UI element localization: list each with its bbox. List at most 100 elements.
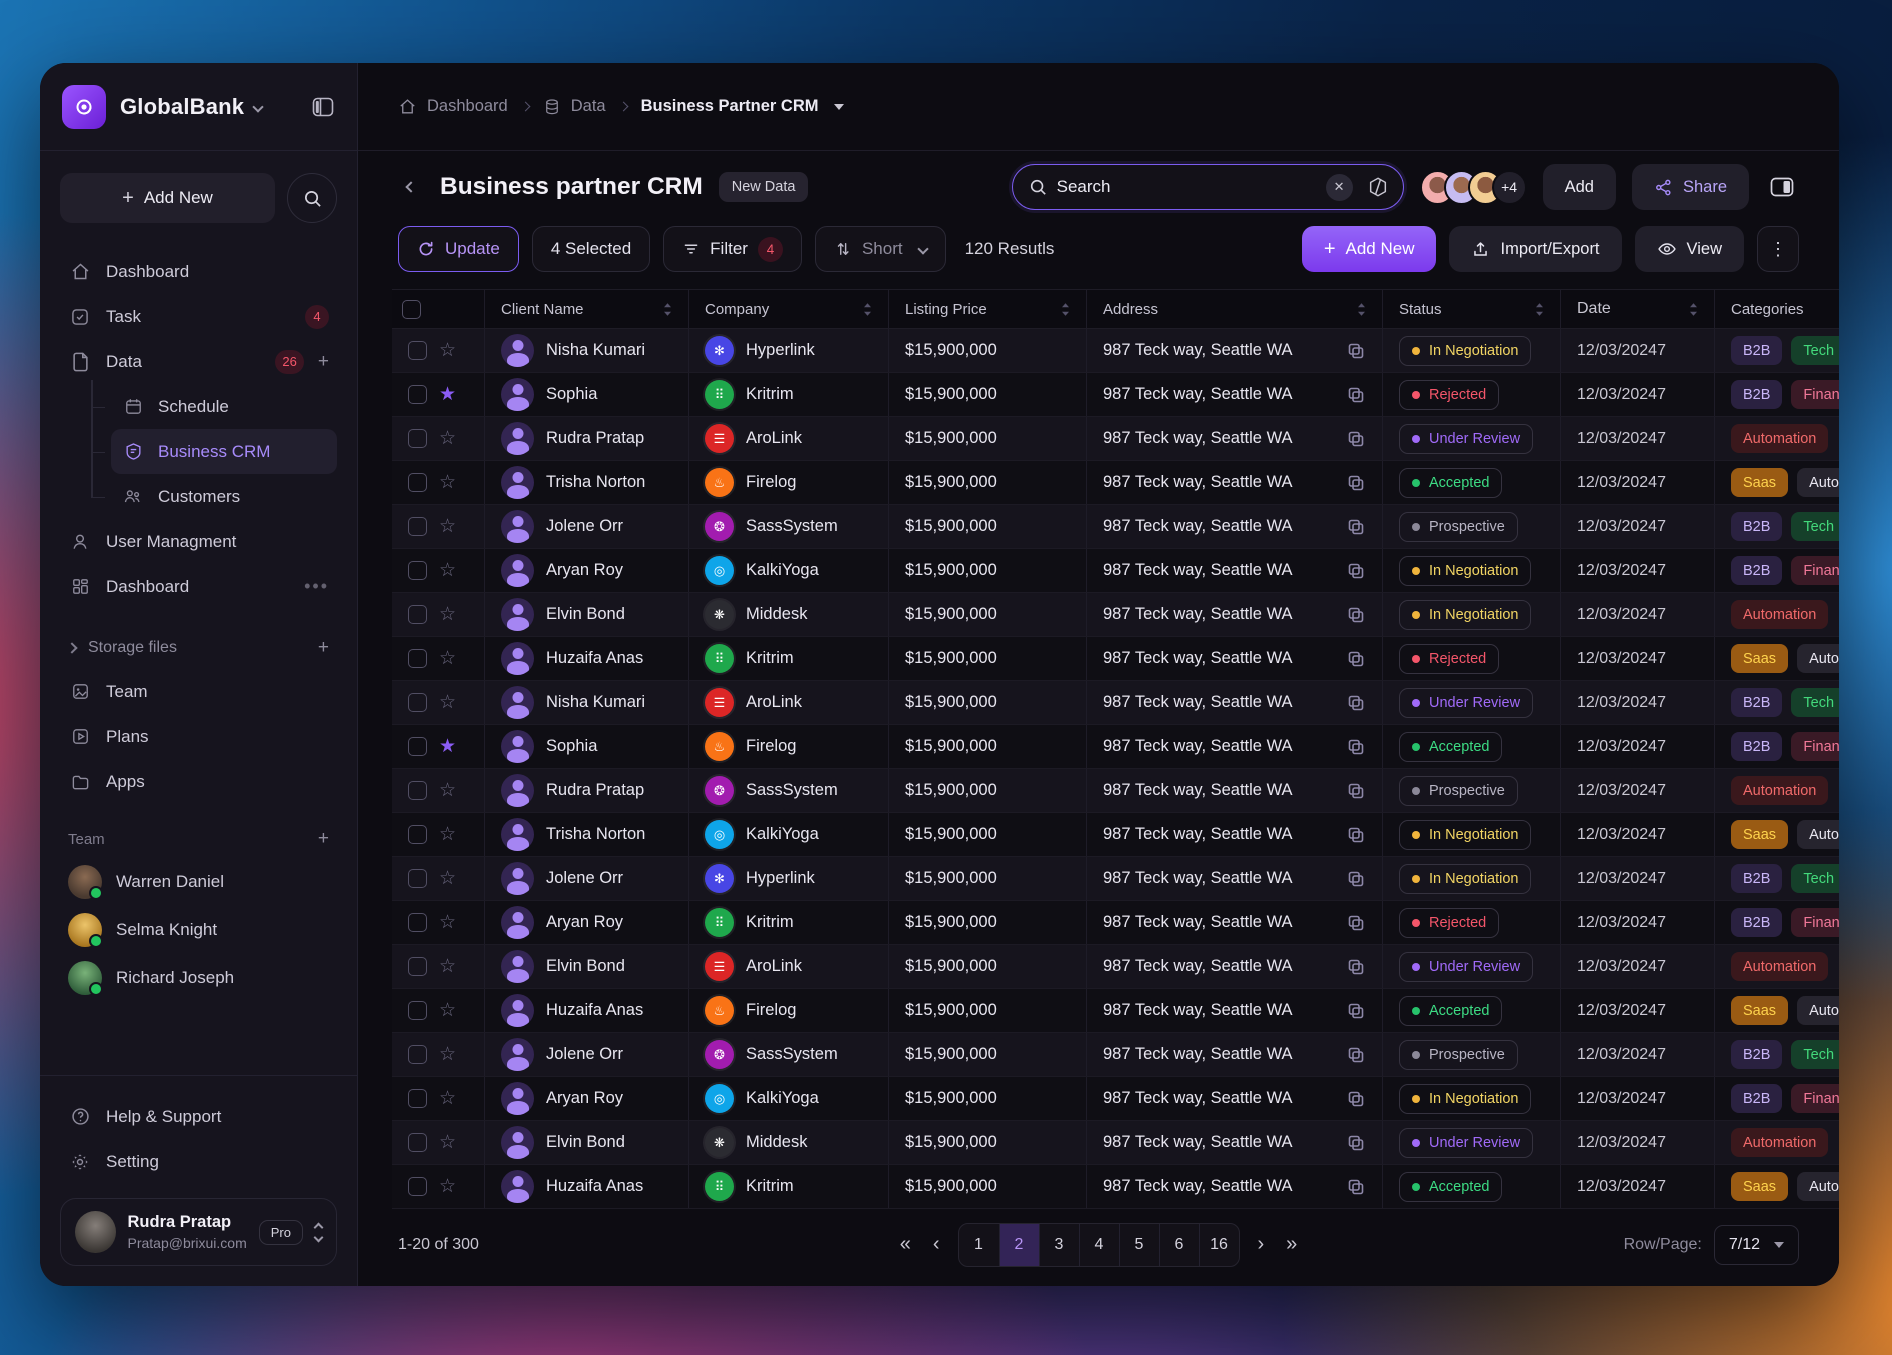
copy-icon[interactable] xyxy=(1346,781,1366,801)
copy-icon[interactable] xyxy=(1346,1089,1366,1109)
sidebar-item-user-managment[interactable]: User Managment xyxy=(60,519,337,564)
sidebar-item-dashboard-2[interactable]: Dashboard ••• xyxy=(60,564,337,609)
sort-arrows-icon[interactable] xyxy=(1535,302,1544,317)
page-button[interactable]: 5 xyxy=(1119,1224,1159,1266)
last-page-button[interactable]: » xyxy=(1282,1233,1301,1256)
page-button[interactable]: 4 xyxy=(1079,1224,1119,1266)
sidebar-collapse-icon[interactable] xyxy=(311,96,335,118)
sidebar-item-help[interactable]: Help & Support xyxy=(60,1094,337,1139)
column-header-categories[interactable]: Categories xyxy=(1714,290,1839,328)
sidebar-item-team[interactable]: Team xyxy=(60,669,337,714)
copy-icon[interactable] xyxy=(1346,693,1366,713)
team-member[interactable]: Warren Daniel xyxy=(60,858,337,906)
row-checkbox[interactable] xyxy=(408,473,427,492)
sort-arrows-icon[interactable] xyxy=(1357,302,1366,317)
copy-icon[interactable] xyxy=(1346,473,1366,493)
sidebar-item-task[interactable]: Task 4 xyxy=(60,294,337,339)
star-icon[interactable]: ☆ xyxy=(439,913,456,932)
copy-icon[interactable] xyxy=(1346,341,1366,361)
next-page-button[interactable]: › xyxy=(1254,1233,1269,1256)
row-checkbox[interactable] xyxy=(408,1001,427,1020)
row-checkbox[interactable] xyxy=(408,913,427,932)
row-checkbox[interactable] xyxy=(408,825,427,844)
star-icon[interactable]: ☆ xyxy=(439,781,456,800)
search-input[interactable] xyxy=(1057,177,1316,197)
sidebar-item-storage-files[interactable]: Storage files + xyxy=(60,627,337,669)
first-page-button[interactable]: « xyxy=(896,1233,915,1256)
row-checkbox[interactable] xyxy=(408,781,427,800)
hexagon-slash-icon[interactable] xyxy=(1363,176,1393,198)
sort-arrows-icon[interactable] xyxy=(1061,302,1070,317)
brand-chevron-down-icon[interactable] xyxy=(253,101,264,112)
star-icon[interactable]: ☆ xyxy=(439,869,456,888)
row-checkbox[interactable] xyxy=(408,517,427,536)
copy-icon[interactable] xyxy=(1346,957,1366,977)
column-header-status[interactable]: Status xyxy=(1382,290,1560,328)
copy-icon[interactable] xyxy=(1346,1133,1366,1153)
copy-icon[interactable] xyxy=(1346,737,1366,757)
page-button[interactable]: 16 xyxy=(1199,1224,1239,1266)
team-member[interactable]: Selma Knight xyxy=(60,906,337,954)
add-new-button[interactable]: + Add New xyxy=(1302,226,1437,272)
sidebar-search-button[interactable] xyxy=(287,173,337,223)
copy-icon[interactable] xyxy=(1346,649,1366,669)
row-checkbox[interactable] xyxy=(408,429,427,448)
star-icon[interactable]: ☆ xyxy=(439,341,456,360)
star-icon[interactable]: ☆ xyxy=(439,1089,456,1108)
import-export-button[interactable]: Import/Export xyxy=(1449,226,1621,272)
sort-arrows-icon[interactable] xyxy=(863,302,872,317)
team-member[interactable]: Richard Joseph xyxy=(60,954,337,1002)
breadcrumb-data[interactable]: Data xyxy=(543,97,606,116)
row-checkbox[interactable] xyxy=(408,693,427,712)
sidebar-item-apps[interactable]: Apps xyxy=(60,759,337,804)
column-header-date[interactable]: Date xyxy=(1560,290,1714,328)
page-button[interactable]: 6 xyxy=(1159,1224,1199,1266)
star-icon[interactable]: ★ xyxy=(439,737,456,756)
sidebar-item-data[interactable]: Data 26 + xyxy=(60,339,337,384)
sidebar-item-setting[interactable]: Setting xyxy=(60,1139,337,1184)
sidebar-item-business-crm[interactable]: Business CRM xyxy=(91,429,337,474)
star-icon[interactable]: ☆ xyxy=(439,1001,456,1020)
page-button[interactable]: 2 xyxy=(999,1224,1039,1266)
sidebar-item-customers[interactable]: Customers xyxy=(91,474,337,519)
breadcrumb-current[interactable]: Business Partner CRM xyxy=(641,97,845,116)
chevron-up-down-icon[interactable] xyxy=(315,1224,322,1241)
sidebar-item-plans[interactable]: Plans xyxy=(60,714,337,759)
view-button[interactable]: View xyxy=(1635,226,1744,272)
user-card[interactable]: Rudra Pratap Pratap@brixui.com Pro xyxy=(60,1198,337,1266)
sidebar-item-dashboard[interactable]: Dashboard xyxy=(60,249,337,294)
star-icon[interactable]: ☆ xyxy=(439,429,456,448)
column-header-company[interactable]: Company xyxy=(688,290,888,328)
copy-icon[interactable] xyxy=(1346,429,1366,449)
row-checkbox[interactable] xyxy=(408,869,427,888)
copy-icon[interactable] xyxy=(1346,825,1366,845)
column-header-price[interactable]: Listing Price xyxy=(888,290,1086,328)
star-icon[interactable]: ☆ xyxy=(439,473,456,492)
star-icon[interactable]: ☆ xyxy=(439,517,456,536)
select-all-checkbox[interactable] xyxy=(402,300,421,319)
column-header-client[interactable]: Client Name xyxy=(484,290,688,328)
copy-icon[interactable] xyxy=(1346,517,1366,537)
row-checkbox[interactable] xyxy=(408,649,427,668)
plus-icon[interactable]: + xyxy=(318,828,329,850)
copy-icon[interactable] xyxy=(1346,385,1366,405)
row-checkbox[interactable] xyxy=(408,1045,427,1064)
update-button[interactable]: Update xyxy=(398,226,519,272)
copy-icon[interactable] xyxy=(1346,869,1366,889)
copy-icon[interactable] xyxy=(1346,1001,1366,1021)
avatar-overflow-count[interactable]: +4 xyxy=(1492,170,1527,205)
copy-icon[interactable] xyxy=(1346,913,1366,933)
sort-dropdown[interactable]: Short xyxy=(815,226,946,272)
row-checkbox[interactable] xyxy=(408,385,427,404)
more-menu-button[interactable]: ⋮ xyxy=(1757,226,1799,272)
row-checkbox[interactable] xyxy=(408,561,427,580)
star-icon[interactable]: ☆ xyxy=(439,605,456,624)
copy-icon[interactable] xyxy=(1346,605,1366,625)
row-checkbox[interactable] xyxy=(408,1133,427,1152)
right-panel-toggle-icon[interactable] xyxy=(1765,176,1799,198)
star-icon[interactable]: ☆ xyxy=(439,561,456,580)
prev-page-button[interactable]: ‹ xyxy=(929,1233,944,1256)
star-icon[interactable]: ☆ xyxy=(439,957,456,976)
star-icon[interactable]: ★ xyxy=(439,385,456,404)
clear-search-icon[interactable]: ✕ xyxy=(1326,174,1353,201)
